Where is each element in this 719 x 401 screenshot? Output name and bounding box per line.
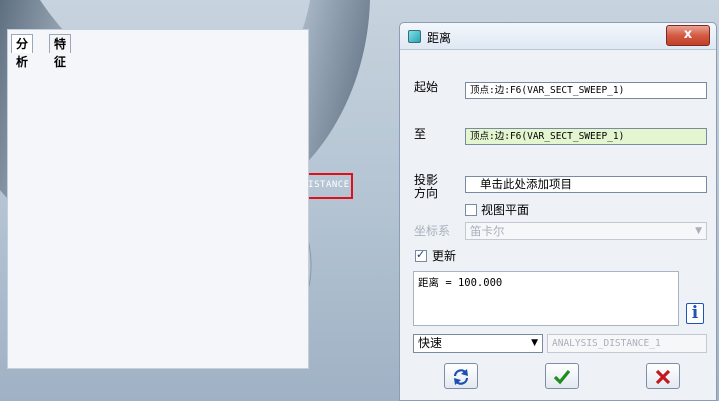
cancel-button[interactable] bbox=[646, 363, 680, 389]
update-checkbox[interactable] bbox=[415, 248, 427, 262]
from-label: 起始 bbox=[414, 80, 439, 94]
tab-feature[interactable]: 特征 bbox=[49, 34, 72, 69]
coord-system-label: 坐标系 bbox=[414, 224, 451, 238]
from-field[interactable]: 顶点:边:F6(VAR_SECT_SWEEP_1) bbox=[465, 82, 707, 99]
projection-label-line1: 投影 bbox=[414, 173, 439, 187]
info-icon[interactable]: i bbox=[686, 303, 704, 324]
coord-system-select: 笛卡尔 ▼ bbox=[465, 222, 707, 240]
to-field[interactable]: 顶点:边:F6(VAR_SECT_SWEEP_1) bbox=[465, 128, 707, 145]
repeat-button[interactable] bbox=[444, 363, 478, 389]
window-close-button[interactable]: x bbox=[666, 25, 710, 46]
mode-select-value: 快速 bbox=[418, 336, 443, 350]
chevron-down-icon: ▼ bbox=[531, 338, 538, 348]
view-plane-checkbox[interactable] bbox=[465, 204, 477, 216]
projection-label-line2: 方向 bbox=[414, 186, 439, 200]
update-label: 更新 bbox=[432, 249, 457, 263]
dialog-titlebar[interactable]: 距离 x bbox=[400, 23, 716, 50]
chevron-down-icon: ▼ bbox=[695, 226, 702, 236]
projection-direction-field[interactable]: 单击此处添加项目 bbox=[465, 176, 707, 193]
to-label: 至 bbox=[414, 127, 427, 141]
close-icon bbox=[655, 369, 671, 385]
ok-button[interactable] bbox=[545, 363, 579, 389]
result-output: 距离 = 100.000 bbox=[413, 271, 679, 326]
mode-select[interactable]: 快速 ▼ bbox=[413, 334, 543, 353]
tab-analysis[interactable]: 分析 bbox=[11, 34, 34, 69]
repeat-icon bbox=[453, 369, 469, 385]
dialog-title: 距离 bbox=[427, 31, 452, 45]
tab-panel bbox=[7, 29, 309, 369]
app-icon bbox=[408, 30, 421, 43]
feature-name-field[interactable]: ANALYSIS_DISTANCE_1 bbox=[547, 334, 707, 353]
check-icon bbox=[553, 369, 571, 385]
view-plane-label: 视图平面 bbox=[481, 203, 530, 217]
coord-system-value: 笛卡尔 bbox=[470, 224, 505, 238]
